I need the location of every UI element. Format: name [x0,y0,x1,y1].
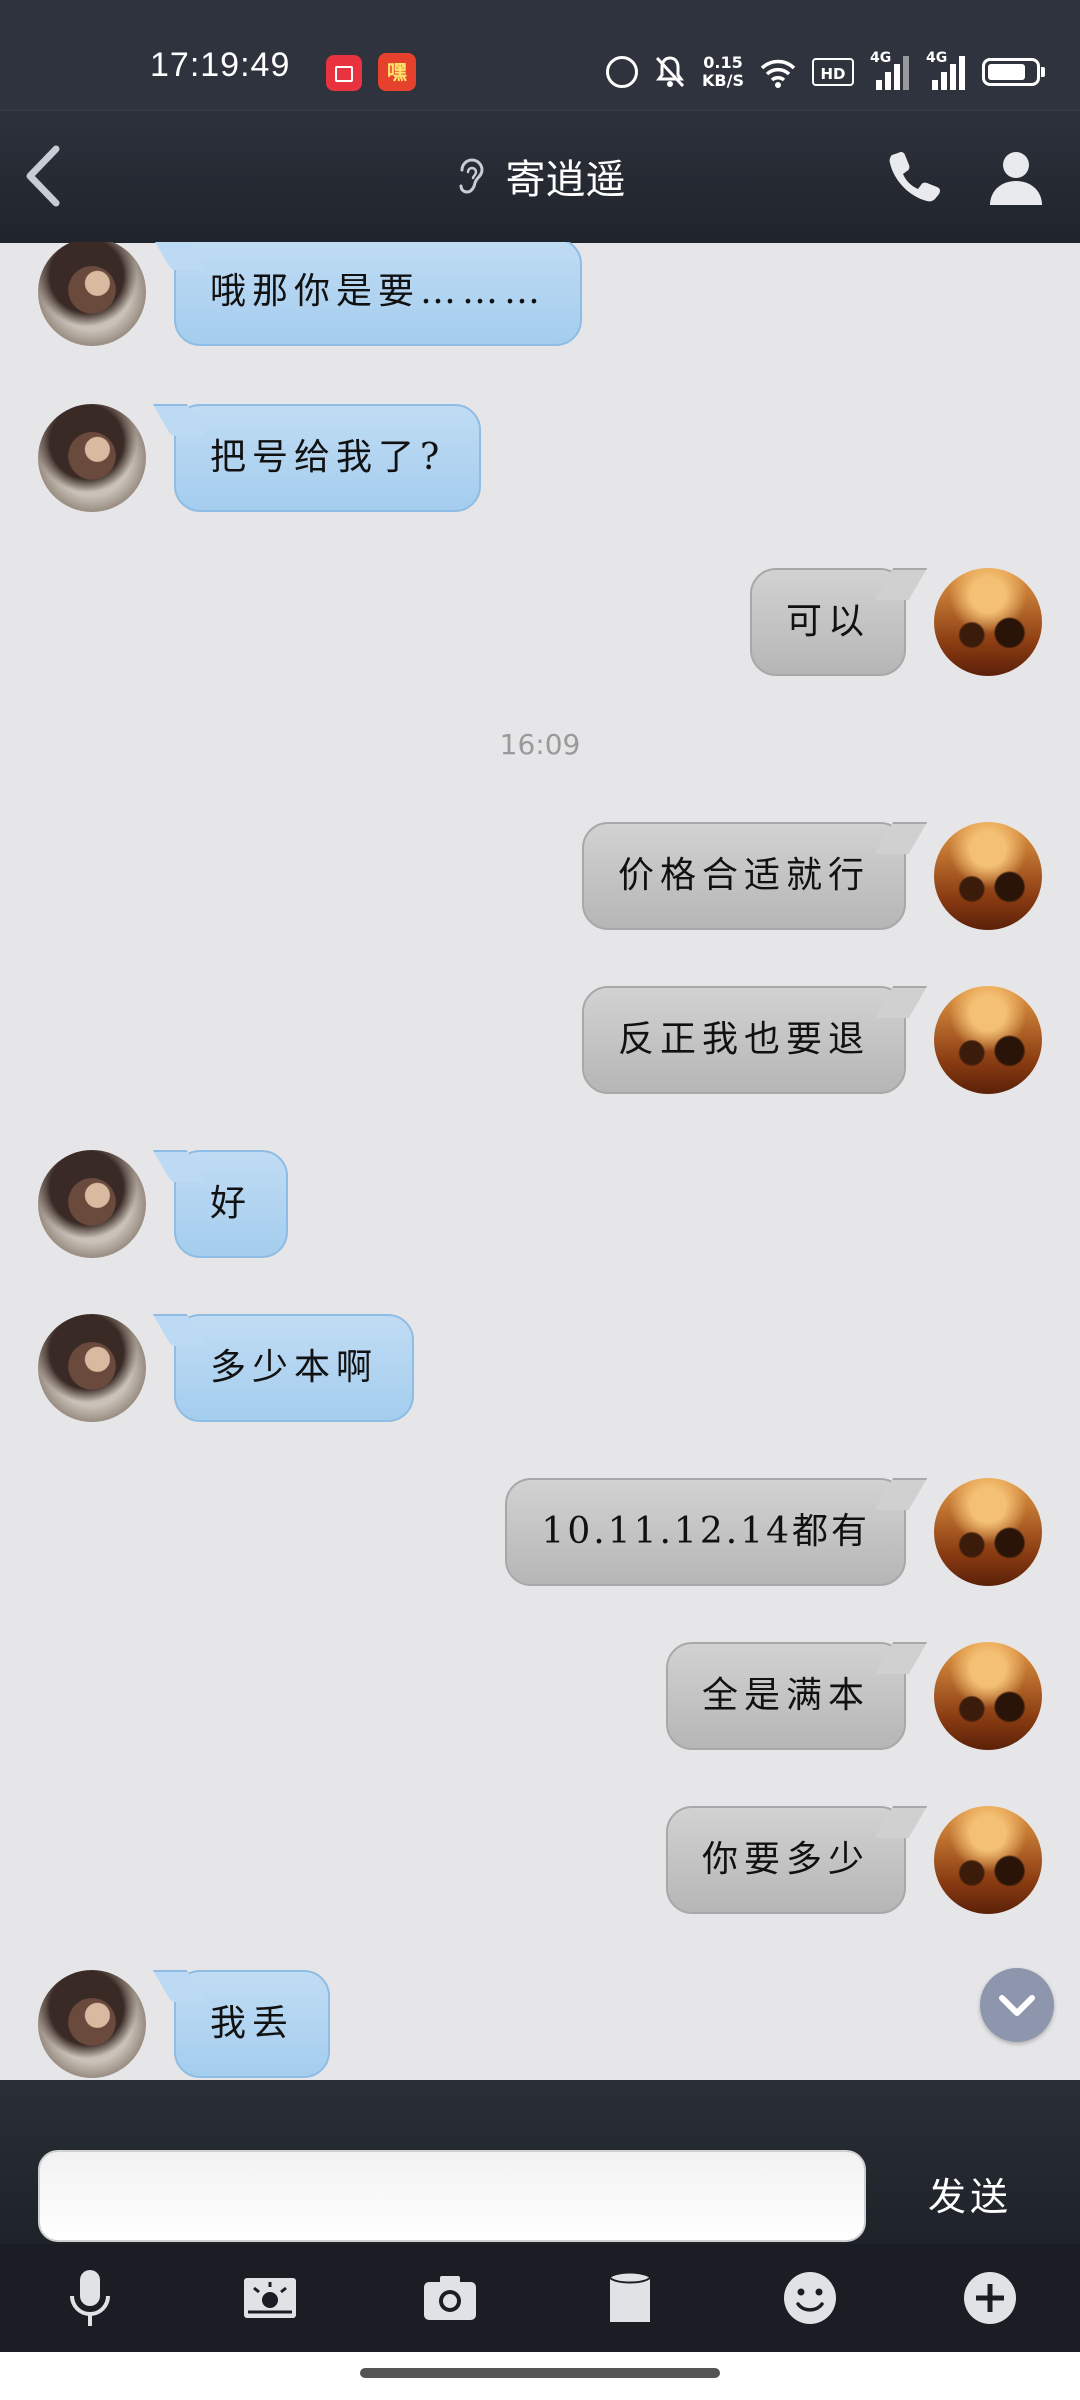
my-avatar[interactable] [934,822,1042,930]
network-speed-unit: KB/S [702,71,744,90]
message-bubble-received[interactable]: 好 [174,1150,289,1258]
message-input[interactable] [38,2150,866,2242]
composer-toolbar [0,2244,1080,2352]
signal-1-label: 4G [870,50,892,66]
message-bubble-sent[interactable]: 可以 [749,568,906,676]
composer-bar: 发送 [0,2080,1080,2244]
status-icons: 0.15 KB/S HD 4G 4G [606,50,1045,94]
friend-avatar[interactable] [38,1970,146,2078]
contact-name: 寄逍遥 [505,157,626,203]
friend-avatar[interactable] [38,1150,146,1258]
friend-avatar[interactable] [38,404,146,512]
chevron-down-icon [999,1995,1035,2016]
scroll-to-bottom-button[interactable] [980,1968,1054,2042]
message-bubble-received[interactable]: 我丢 [174,1970,331,2078]
image-icon[interactable] [238,2266,302,2330]
message-bubble-received[interactable]: 多少本啊 [174,1314,415,1422]
wifi-icon [760,54,796,90]
send-button[interactable]: 发送 [900,2166,1040,2226]
system-nav-bar [0,2352,1080,2400]
message-bubble-sent[interactable]: 价格合适就行 [581,822,906,930]
my-avatar[interactable] [934,1806,1042,1914]
person-icon [990,152,1042,205]
signal-icon-2: 4G [926,50,966,90]
alarm-icon [606,56,639,88]
profile-button[interactable] [986,147,1046,207]
app-notification-icon: 嘿 [378,53,416,91]
friend-avatar[interactable] [38,242,146,346]
signal-2-label: 4G [926,50,948,66]
screen-record-icon [326,55,362,91]
phone-icon [889,151,941,202]
camera-icon[interactable] [418,2266,482,2330]
my-avatar[interactable] [934,986,1042,1094]
microphone-icon[interactable] [58,2266,122,2330]
plus-icon[interactable] [958,2266,1022,2330]
message-list[interactable]: 哦那你是要……… 把号给我了? 可以 16:09 价格合适就行 反正我也要退 好… [0,242,1080,2080]
hd-voice-icon: HD [812,58,854,86]
message-bubble-received[interactable]: 哦那你是要……… [174,242,583,346]
home-gesture-bar[interactable] [360,2368,720,2378]
emoji-icon[interactable] [778,2266,842,2330]
message-bubble-sent[interactable]: 你要多少 [665,1806,906,1914]
my-avatar[interactable] [934,1478,1042,1586]
earpiece-mode-icon [454,156,488,196]
chat-header: 寄逍遥 [0,110,1080,243]
battery-icon [982,58,1045,86]
status-bar: 17:19:49 嘿 0.15 KB/S HD 4G 4G [0,0,1080,110]
message-bubble-received[interactable]: 把号给我了? [174,404,482,512]
my-avatar[interactable] [934,568,1042,676]
mute-bell-icon [654,55,686,89]
network-speed-value: 0.15 [703,53,743,72]
signal-icon-1: 4G [870,50,910,90]
message-bubble-sent[interactable]: 反正我也要退 [581,986,906,1094]
message-timestamp: 16:09 [499,728,581,761]
call-button[interactable] [884,147,944,207]
my-avatar[interactable] [934,1642,1042,1750]
message-bubble-sent[interactable]: 10.11.12.14都有 [505,1478,906,1586]
network-speed: 0.15 KB/S [702,54,744,90]
file-icon[interactable] [598,2266,662,2330]
friend-avatar[interactable] [38,1314,146,1422]
status-time: 17:19:49 [150,46,291,84]
message-bubble-sent[interactable]: 全是满本 [665,1642,906,1750]
